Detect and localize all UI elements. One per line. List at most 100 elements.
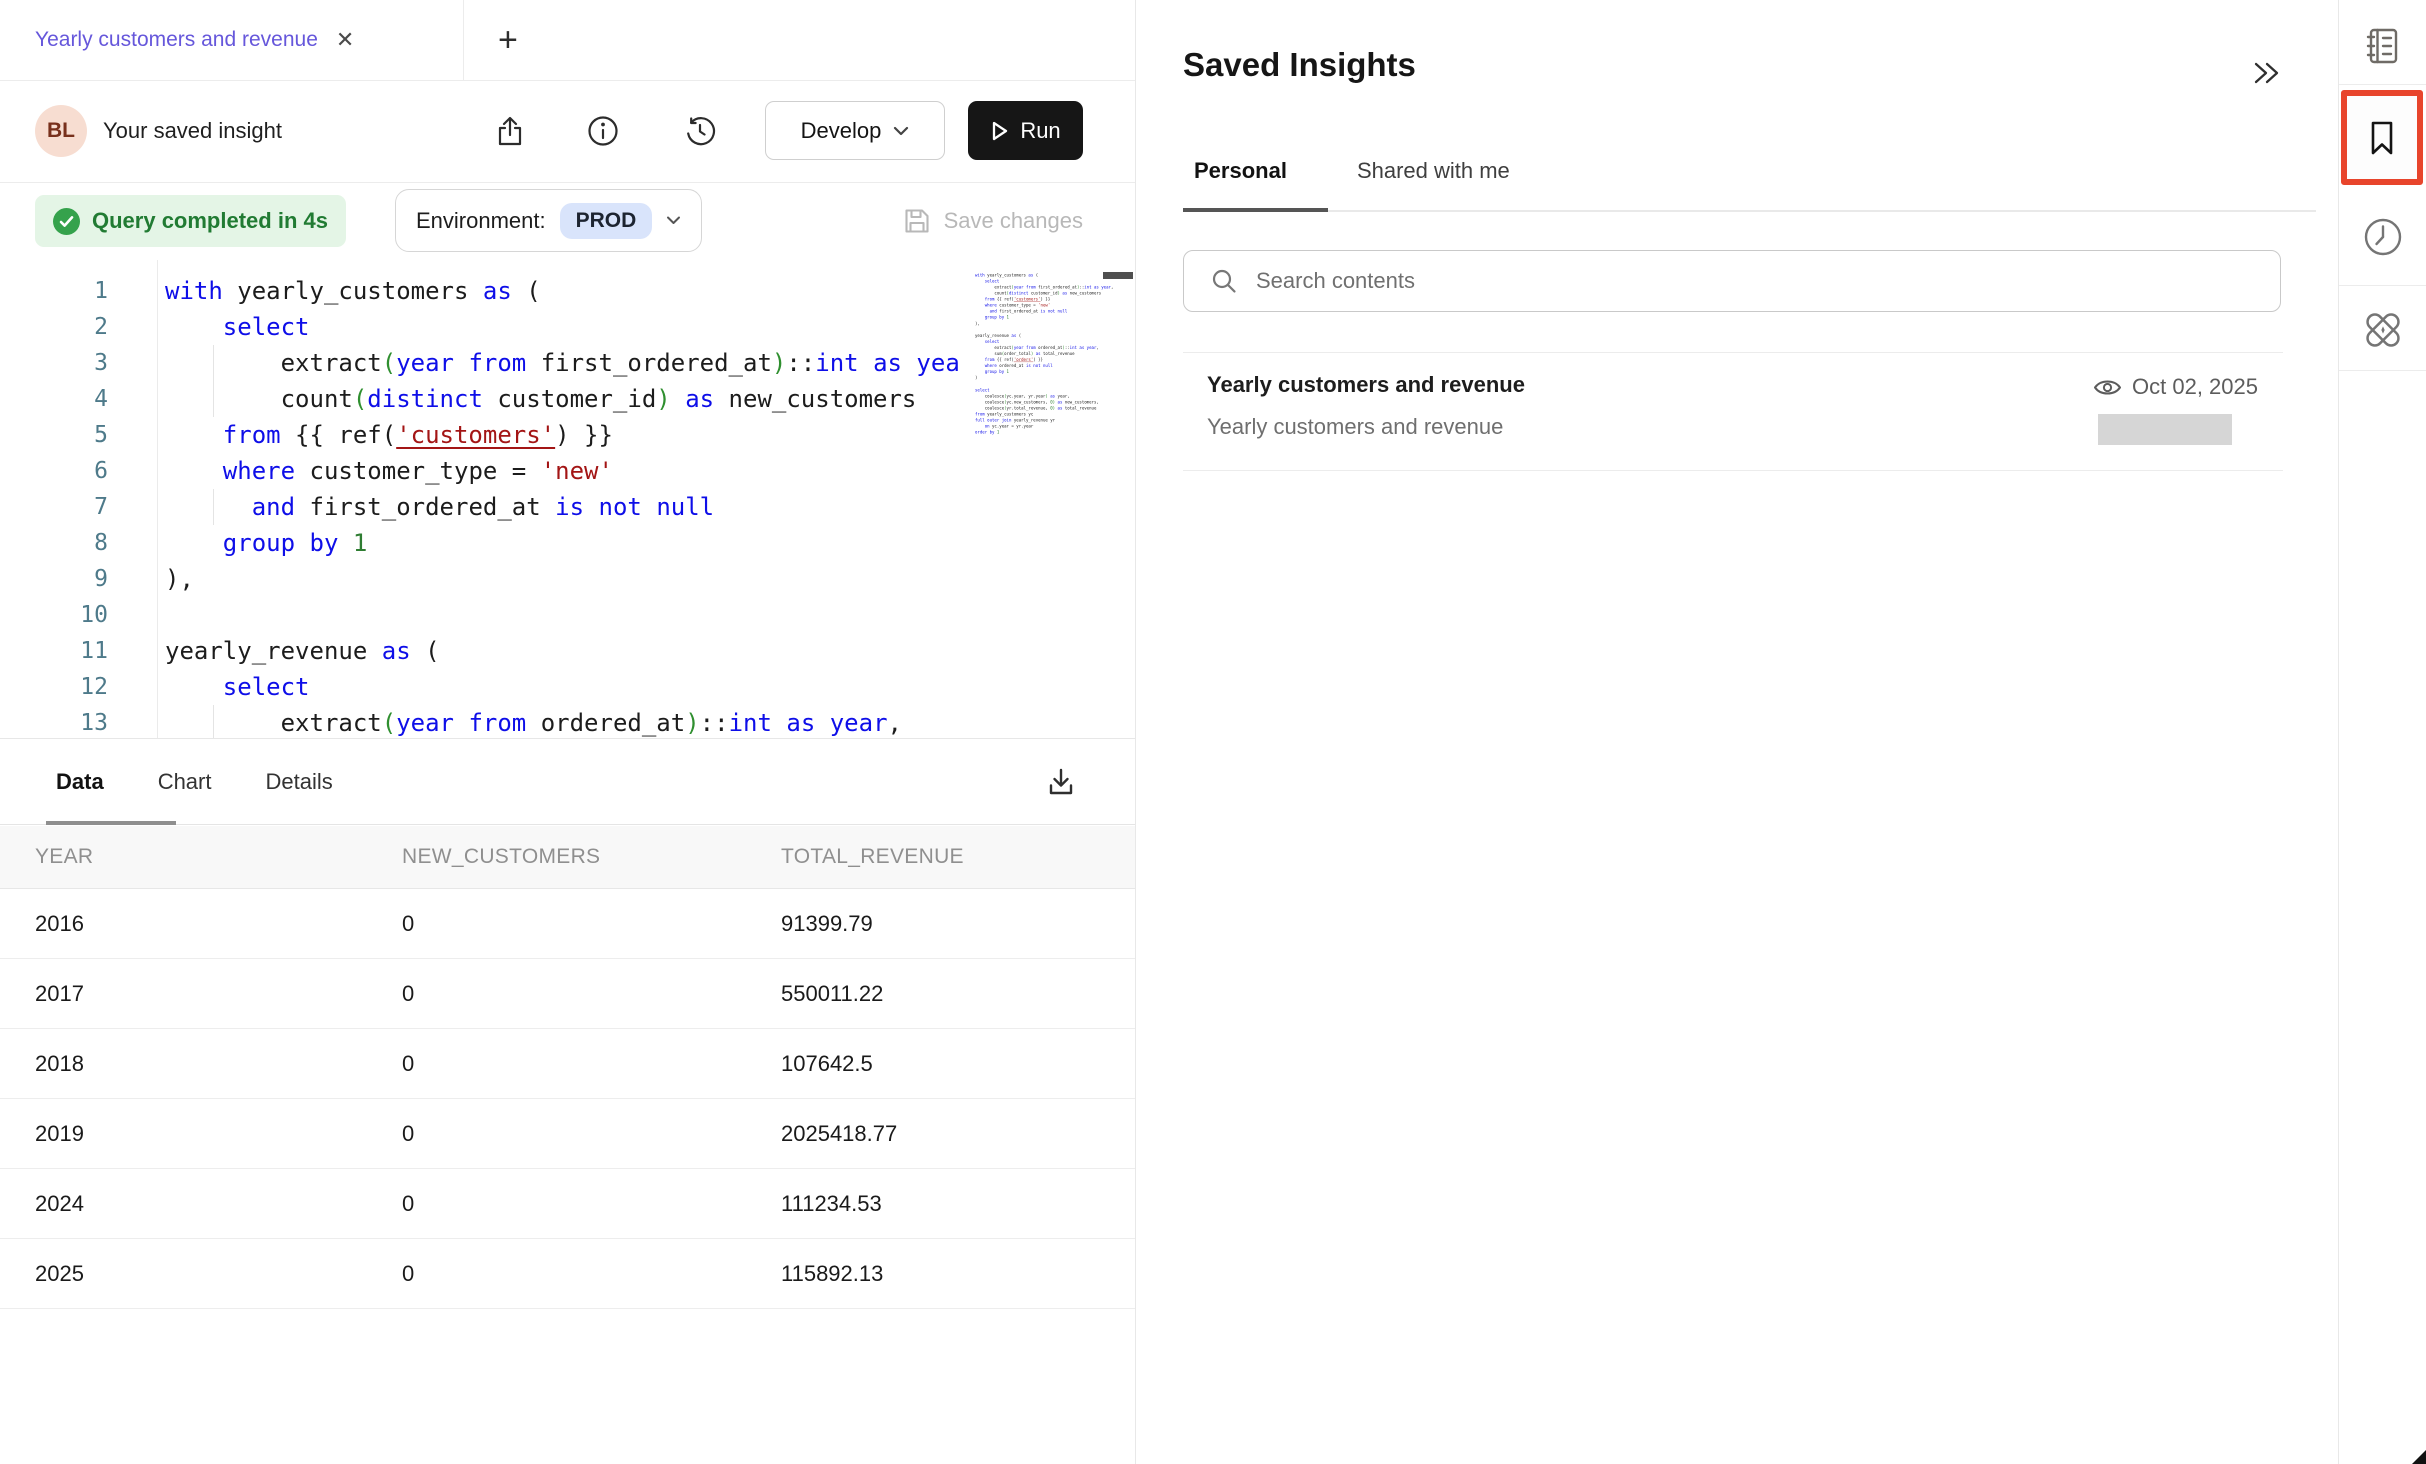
share-icon[interactable] (493, 80, 527, 182)
line-number-gutter: 1234567891011121314151617181920212223242… (0, 260, 158, 738)
table-cell: 2025418.77 (781, 1121, 1135, 1147)
panel-title: Saved Insights (1183, 46, 1416, 84)
resize-corner[interactable] (2412, 1450, 2426, 1464)
table-row: 20170550011.22 (0, 959, 1135, 1029)
list-divider (1183, 470, 2283, 471)
check-circle-icon (53, 208, 80, 235)
double-chevron-right-icon[interactable] (2248, 58, 2284, 88)
environment-selector[interactable]: Environment: PROD (395, 189, 702, 252)
avatar: BL (35, 105, 87, 157)
save-changes-label: Save changes (944, 208, 1083, 234)
list-divider (1183, 352, 2283, 353)
table-cell: 2019 (35, 1121, 402, 1147)
notebook-icon[interactable] (2339, 8, 2426, 84)
status-row: Query completed in 4s Environment: PROD … (0, 182, 1135, 260)
clock-icon[interactable] (2339, 205, 2426, 269)
indent-guide (213, 489, 214, 525)
download-icon[interactable] (1044, 738, 1078, 825)
environment-label: Environment: (416, 208, 546, 234)
panel-tab-personal[interactable]: Personal (1194, 158, 1287, 184)
results-tab-data[interactable]: Data (56, 769, 104, 795)
line-number: 4 (0, 381, 157, 417)
results-tab-details[interactable]: Details (265, 769, 332, 795)
results-tab-chart[interactable]: Chart (158, 769, 212, 795)
rail-divider (2339, 285, 2426, 286)
run-button[interactable]: Run (968, 101, 1083, 160)
active-tab-underline (1183, 208, 1328, 212)
insight-label: Your saved insight (103, 80, 282, 182)
table-cell: 107642.5 (781, 1051, 1135, 1077)
line-number: 2 (0, 309, 157, 345)
tab-yearly-customers[interactable]: Yearly customers and revenue ✕ (0, 0, 464, 80)
line-number: 13 (0, 705, 157, 738)
line-number: 1 (0, 273, 157, 309)
tab-title: Yearly customers and revenue (35, 28, 318, 52)
new-tab-button[interactable]: + (486, 0, 530, 80)
tab-close-icon[interactable]: ✕ (336, 29, 354, 51)
table-cell: 2024 (35, 1191, 402, 1217)
column-header: TOTAL_REVENUE (781, 845, 1135, 869)
table-cell: 0 (402, 1051, 781, 1077)
line-number: 10 (0, 597, 157, 633)
column-header: YEAR (35, 845, 402, 869)
table-cell: 0 (402, 1261, 781, 1287)
line-number: 7 (0, 489, 157, 525)
search-box[interactable] (1183, 250, 2281, 312)
play-icon (990, 120, 1010, 142)
editor-pane: Yearly customers and revenue ✕ + BL Your… (0, 0, 1136, 1464)
table-cell: 550011.22 (781, 981, 1135, 1007)
table-header: YEARNEW_CUSTOMERSTOTAL_REVENUE (0, 826, 1135, 889)
query-status-text: Query completed in 4s (92, 208, 328, 234)
line-number: 3 (0, 345, 157, 381)
table-cell: 0 (402, 1191, 781, 1217)
run-label: Run (1020, 118, 1060, 144)
table-cell: 115892.13 (781, 1261, 1135, 1287)
table-cell: 91399.79 (781, 911, 1135, 937)
tab-underline-track (1183, 210, 2316, 212)
bookmark-icon-active[interactable] (2341, 90, 2423, 185)
table-cell: 2017 (35, 981, 402, 1007)
table-row: 20250115892.13 (0, 1239, 1135, 1309)
panel-tab-bar: Personal Shared with me (1194, 158, 1510, 184)
rail-divider (2339, 370, 2426, 371)
chevron-down-icon (666, 216, 681, 225)
active-tab-underline (46, 821, 176, 825)
indent-guide (213, 345, 214, 417)
line-number: 12 (0, 669, 157, 705)
line-number: 6 (0, 453, 157, 489)
saved-insights-panel: Saved Insights Personal Shared with me Ye… (1136, 0, 2338, 1464)
indent-guide (213, 705, 214, 738)
toolbar: BL Your saved insight Develop Run (0, 80, 1135, 183)
insight-date: Oct 02, 2025 (2132, 374, 2258, 400)
compass-icon[interactable] (2339, 300, 2426, 360)
insight-title[interactable]: Yearly customers and revenue (1207, 372, 1525, 398)
right-rail (2338, 0, 2426, 1464)
editor-scrollbar-thumb[interactable] (1103, 272, 1133, 279)
line-number: 11 (0, 633, 157, 669)
table-cell: 2016 (35, 911, 402, 937)
line-number: 9 (0, 561, 157, 597)
insight-meta: Oct 02, 2025 (2093, 374, 2258, 400)
table-row: 20240111234.53 (0, 1169, 1135, 1239)
editor-minimap[interactable]: with yearly_customers as ( select extrac… (958, 260, 1134, 738)
chevron-down-icon (893, 126, 909, 136)
info-icon[interactable] (586, 80, 620, 182)
eye-icon (2093, 377, 2122, 398)
tab-bar: Yearly customers and revenue ✕ + (0, 0, 1135, 81)
save-icon (902, 206, 932, 236)
search-input[interactable] (1254, 267, 2270, 295)
save-changes-button[interactable]: Save changes (902, 182, 1083, 260)
table-cell: 0 (402, 1121, 781, 1147)
sql-editor[interactable]: 1234567891011121314151617181920212223242… (0, 260, 1135, 738)
line-number: 5 (0, 417, 157, 453)
develop-button[interactable]: Develop (765, 101, 945, 160)
line-number: 8 (0, 525, 157, 561)
insight-subtitle: Yearly customers and revenue (1207, 414, 1503, 440)
history-icon[interactable] (683, 80, 717, 182)
table-row: 201902025418.77 (0, 1099, 1135, 1169)
panel-tab-shared-with-me[interactable]: Shared with me (1357, 158, 1510, 184)
results-tab-bar: Data Chart Details (0, 738, 1135, 825)
rail-divider (2339, 84, 2426, 85)
table-row: 2016091399.79 (0, 889, 1135, 959)
table-cell: 2018 (35, 1051, 402, 1077)
